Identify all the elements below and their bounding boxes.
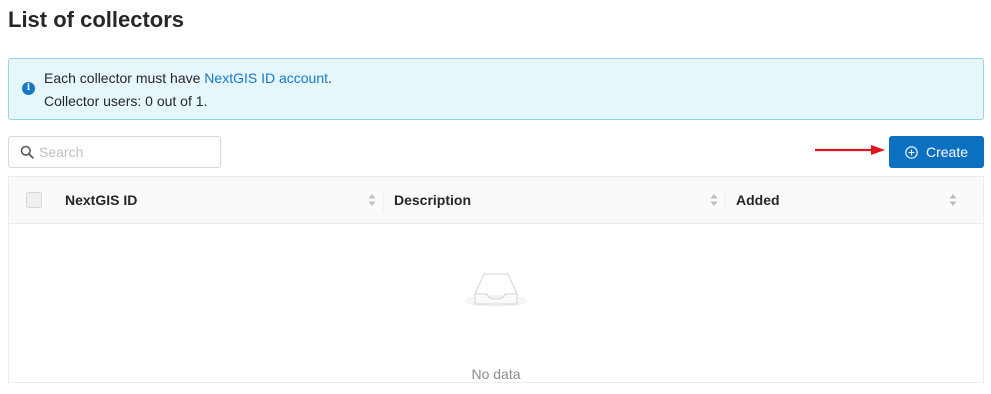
collectors-table: NextGIS ID Description Added No data	[8, 176, 984, 383]
collector-users-count: Collector users: 0 out of 1.	[44, 93, 208, 109]
create-button-label: Create	[925, 144, 969, 160]
empty-state-text: No data	[471, 366, 521, 382]
sort-caret-icon[interactable]	[368, 193, 376, 207]
sort-caret-icon[interactable]	[710, 193, 718, 207]
column-header-added[interactable]: Added	[736, 191, 780, 209]
search-field[interactable]	[8, 136, 221, 168]
alert-text-prefix: Each collector must have	[44, 70, 205, 86]
table-header: NextGIS ID Description Added	[9, 177, 983, 224]
search-icon	[20, 145, 34, 159]
alert-message: Each collector must have NextGIS ID acco…	[44, 69, 332, 87]
select-all-checkbox[interactable]	[26, 192, 42, 208]
empty-inbox-icon	[465, 273, 527, 307]
column-divider	[725, 190, 726, 212]
info-alert: i Each collector must have NextGIS ID ac…	[8, 58, 984, 120]
column-header-description[interactable]: Description	[394, 191, 471, 209]
column-divider	[383, 190, 384, 212]
column-header-nextgis-id[interactable]: NextGIS ID	[65, 191, 137, 209]
page-title: List of collectors	[8, 7, 185, 32]
search-input[interactable]	[39, 141, 214, 163]
nextgis-id-account-link[interactable]: NextGIS ID account	[204, 70, 328, 86]
empty-state: No data	[9, 225, 983, 382]
alert-text-suffix: .	[328, 70, 332, 86]
plus-circle-icon	[905, 145, 918, 159]
create-button[interactable]: Create	[889, 136, 984, 168]
sort-caret-icon[interactable]	[949, 193, 957, 207]
info-circle-icon: i	[22, 82, 35, 95]
annotation-arrow	[815, 145, 885, 155]
